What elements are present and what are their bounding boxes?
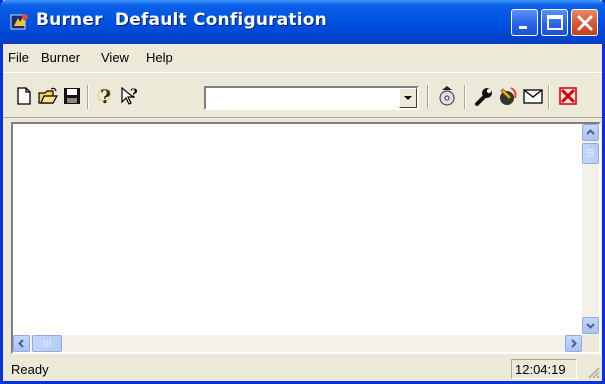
scroll-down-button[interactable] <box>582 317 599 334</box>
scrollbar-corner <box>582 335 599 352</box>
status-clock: 12:04:19 <box>511 359 577 379</box>
scroll-left-button[interactable] <box>13 335 30 352</box>
horizontal-scrollbar[interactable] <box>13 335 582 352</box>
chevron-left-icon <box>18 339 24 348</box>
horizontal-scroll-thumb[interactable] <box>32 335 62 352</box>
combo-dropdown-button[interactable] <box>399 88 417 108</box>
chevron-down-icon <box>586 323 595 329</box>
save-disk-icon[interactable] <box>61 85 83 107</box>
mail-envelope-icon[interactable] <box>522 85 544 107</box>
maximize-button[interactable] <box>541 9 568 36</box>
new-document-icon[interactable] <box>13 85 35 107</box>
scroll-up-button[interactable] <box>582 124 599 141</box>
status-text: Ready <box>11 362 49 377</box>
grip-lines-icon <box>43 340 51 347</box>
resize-grip-icon[interactable] <box>586 365 600 379</box>
maximize-icon <box>547 15 563 30</box>
chevron-up-icon <box>586 129 595 135</box>
menu-file[interactable]: File <box>8 50 29 65</box>
menu-bar: File Burner View Help <box>3 44 602 70</box>
grip-lines-icon <box>587 149 594 157</box>
vertical-scroll-thumb[interactable] <box>582 143 599 164</box>
chevron-down-icon <box>404 96 412 100</box>
close-icon <box>577 15 593 31</box>
status-bar: Ready 12:04:19 <box>3 357 602 381</box>
toolbar-separator <box>87 85 89 109</box>
title-bar[interactable]: Burner Default Configuration <box>0 0 605 44</box>
minimize-button[interactable] <box>511 9 538 36</box>
log-content-area[interactable] <box>11 122 601 354</box>
menu-view[interactable]: View <box>101 50 129 65</box>
toolbar-separator <box>464 85 466 109</box>
toolbar-separator <box>548 85 550 109</box>
minimize-icon <box>519 26 527 29</box>
chevron-right-icon <box>571 339 577 348</box>
vertical-scrollbar[interactable] <box>582 124 599 336</box>
help-question-icon[interactable]: ? <box>95 85 117 107</box>
app-icon <box>10 14 28 30</box>
open-folder-icon[interactable] <box>37 85 59 107</box>
menu-help[interactable]: Help <box>146 50 173 65</box>
scroll-right-button[interactable] <box>565 335 582 352</box>
menu-burner[interactable]: Burner <box>41 50 80 65</box>
exit-stop-icon[interactable] <box>557 85 579 107</box>
svg-text:?: ? <box>130 87 138 102</box>
window-title: Burner Default Configuration <box>36 10 327 30</box>
toolbar-separator <box>427 85 429 109</box>
context-help-icon[interactable]: ? <box>119 85 141 107</box>
settings-wrench-icon[interactable] <box>473 85 495 107</box>
burn-disc-icon[interactable] <box>436 85 458 107</box>
app-window: Burner Default Configuration File Burner… <box>0 0 605 384</box>
configuration-combo[interactable] <box>204 86 419 110</box>
toolbar: ? ? <box>3 72 602 118</box>
burner-tool-icon[interactable] <box>497 85 519 107</box>
close-button[interactable] <box>571 9 598 36</box>
